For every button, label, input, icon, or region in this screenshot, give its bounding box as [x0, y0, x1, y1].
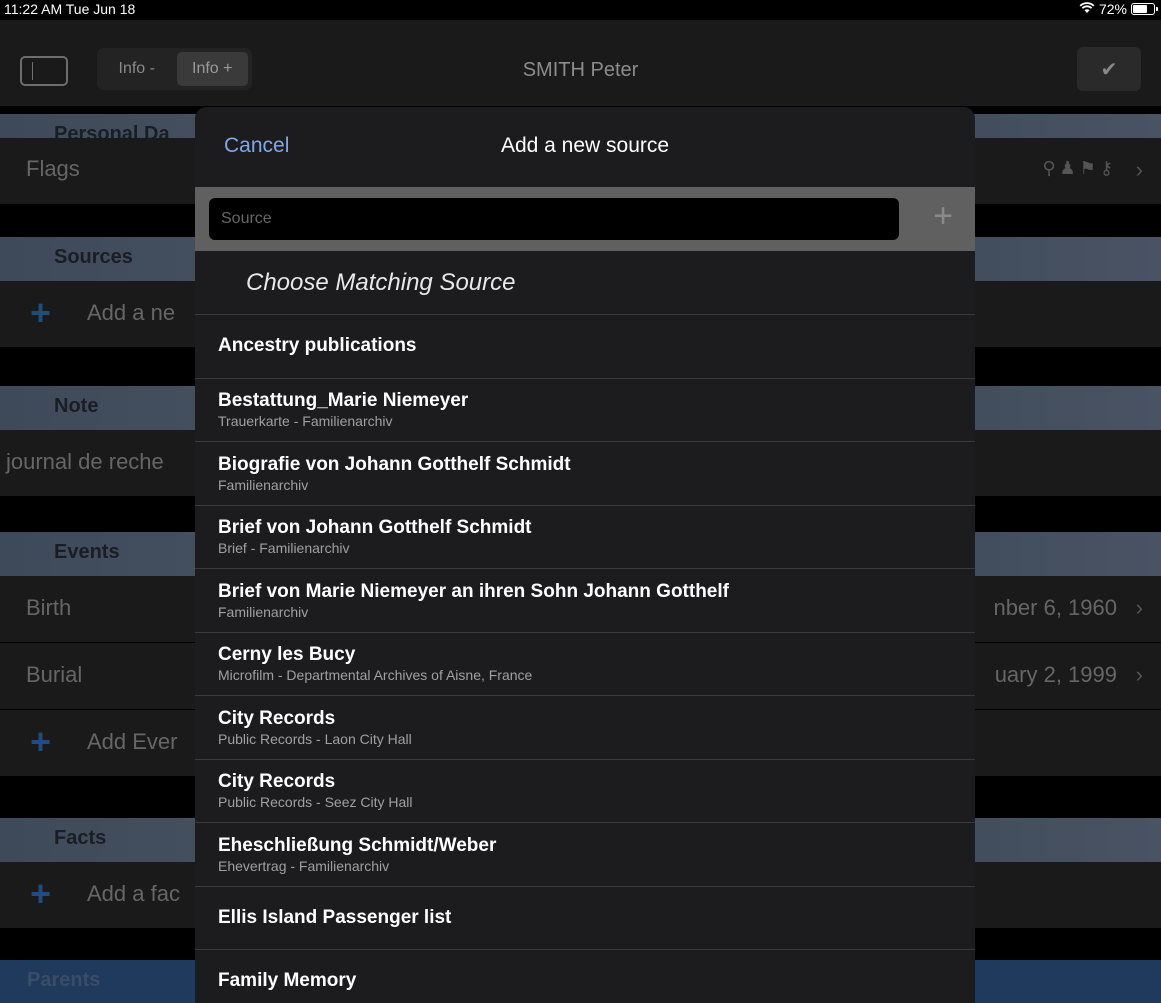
list-item[interactable]: Biografie von Johann Gotthelf Schmidt Fa… [195, 441, 975, 505]
checkmark-button[interactable]: ✔ [1077, 47, 1141, 91]
list-item-subtitle: Familienarchiv [218, 476, 309, 493]
modal-header: Cancel Add a new source [195, 107, 975, 187]
status-right: 72% [1079, 1, 1158, 17]
flags-label: Flags [26, 156, 80, 181]
checkmark-icon: ✔ [1100, 58, 1118, 81]
chevron-right-icon: › [1135, 595, 1143, 620]
section-title: Note [54, 395, 99, 417]
list-item-title: Brief von Johann Gotthelf Schmidt [218, 517, 532, 539]
birth-date: nber 6, 1960 [993, 595, 1117, 620]
chevron-right-icon: › [1135, 662, 1143, 687]
list-item-title: Cerny les Bucy [218, 644, 356, 666]
section-title: Events [54, 541, 120, 563]
list-item[interactable]: Cerny les Bucy Microfilm - Departmental … [195, 631, 975, 696]
list-item[interactable]: City Records Public Records - Seez City … [195, 758, 975, 823]
list-item-title: Family Memory [218, 970, 357, 992]
add-fact-label: Add a fac [87, 881, 180, 906]
burial-date: uary 2, 1999 [994, 662, 1117, 687]
list-item-title: City Records [218, 771, 336, 793]
plus-icon: + [30, 292, 52, 333]
list-item-title: Ellis Island Passenger list [218, 906, 452, 928]
list-item[interactable]: Ancestry publications [195, 314, 975, 378]
section-title: Sources [54, 246, 133, 268]
list-item-title: Bestattung_Marie Niemeyer [218, 390, 469, 412]
add-source-modal: Cancel Add a new source + Choose Matchin… [195, 107, 975, 1003]
list-item-subtitle: Public Records - Laon City Hall [218, 730, 412, 747]
section-title: Facts [54, 827, 107, 849]
burial-label: Burial [26, 662, 83, 687]
list-item[interactable]: Eheschließung Schmidt/Weber Ehevertrag -… [195, 822, 975, 886]
status-bar: 11:22 AM Tue Jun 18 72% [0, 0, 1161, 20]
plus-icon: + [30, 873, 52, 914]
list-item-subtitle: Ehevertrag - Familienarchiv [218, 857, 390, 874]
list-item-title: City Records [218, 707, 336, 729]
source-list: Ancestry publications Bestattung_Marie N… [195, 314, 975, 1003]
navigation-bar: Info - Info + SMITH Peter ✔ [0, 20, 1161, 106]
list-item-subtitle: Microfilm - Departmental Archives of Ais… [218, 667, 533, 684]
page-title: SMITH Peter [522, 59, 639, 81]
list-item[interactable]: Ellis Island Passenger list [195, 885, 975, 950]
list-item-subtitle: Brief - Familienarchiv [218, 540, 350, 557]
plus-icon: + [30, 721, 52, 762]
battery-icon [1131, 3, 1158, 15]
list-item-title: Ancestry publications [218, 335, 417, 357]
list-item-subtitle: Familienarchiv [218, 603, 309, 620]
chevron-right-icon: › [1135, 157, 1143, 182]
wifi-icon [1079, 1, 1095, 17]
flag-icons: ⚲♟⚑⚷ [1042, 158, 1117, 178]
list-item-subtitle: Public Records - Seez City Hall [218, 794, 413, 811]
list-item[interactable]: Family Memory [195, 949, 975, 1003]
list-item-title: Brief von Marie Niemeyer an ihren Sohn J… [218, 580, 729, 602]
list-item[interactable]: Brief von Marie Niemeyer an ihren Sohn J… [195, 568, 975, 632]
source-input[interactable] [209, 198, 899, 240]
list-item-title: Eheschließung Schmidt/Weber [218, 834, 497, 856]
section-title: Parents [27, 969, 101, 991]
birth-label: Birth [26, 595, 72, 620]
add-plus-icon[interactable]: + [933, 199, 953, 233]
list-item-title: Biografie von Johann Gotthelf Schmidt [218, 453, 571, 475]
add-source-label: Add a ne [87, 300, 176, 325]
status-time: 11:22 AM Tue Jun 18 [4, 1, 136, 17]
battery-percent: 72% [1098, 1, 1127, 17]
source-search-bar: + [195, 187, 975, 251]
choose-matching-source-label: Choose Matching Source [246, 269, 516, 296]
add-event-label: Add Ever [87, 729, 178, 754]
note-text: journal de reche [6, 449, 164, 474]
list-item[interactable]: Bestattung_Marie Niemeyer Trauerkarte - … [195, 377, 975, 442]
list-item-subtitle: Trauerkarte - Familienarchiv [218, 413, 393, 430]
list-item[interactable]: City Records Public Records - Laon City … [195, 695, 975, 759]
list-item[interactable]: Brief von Johann Gotthelf Schmidt Brief … [195, 504, 975, 569]
modal-title: Add a new source [500, 134, 670, 157]
